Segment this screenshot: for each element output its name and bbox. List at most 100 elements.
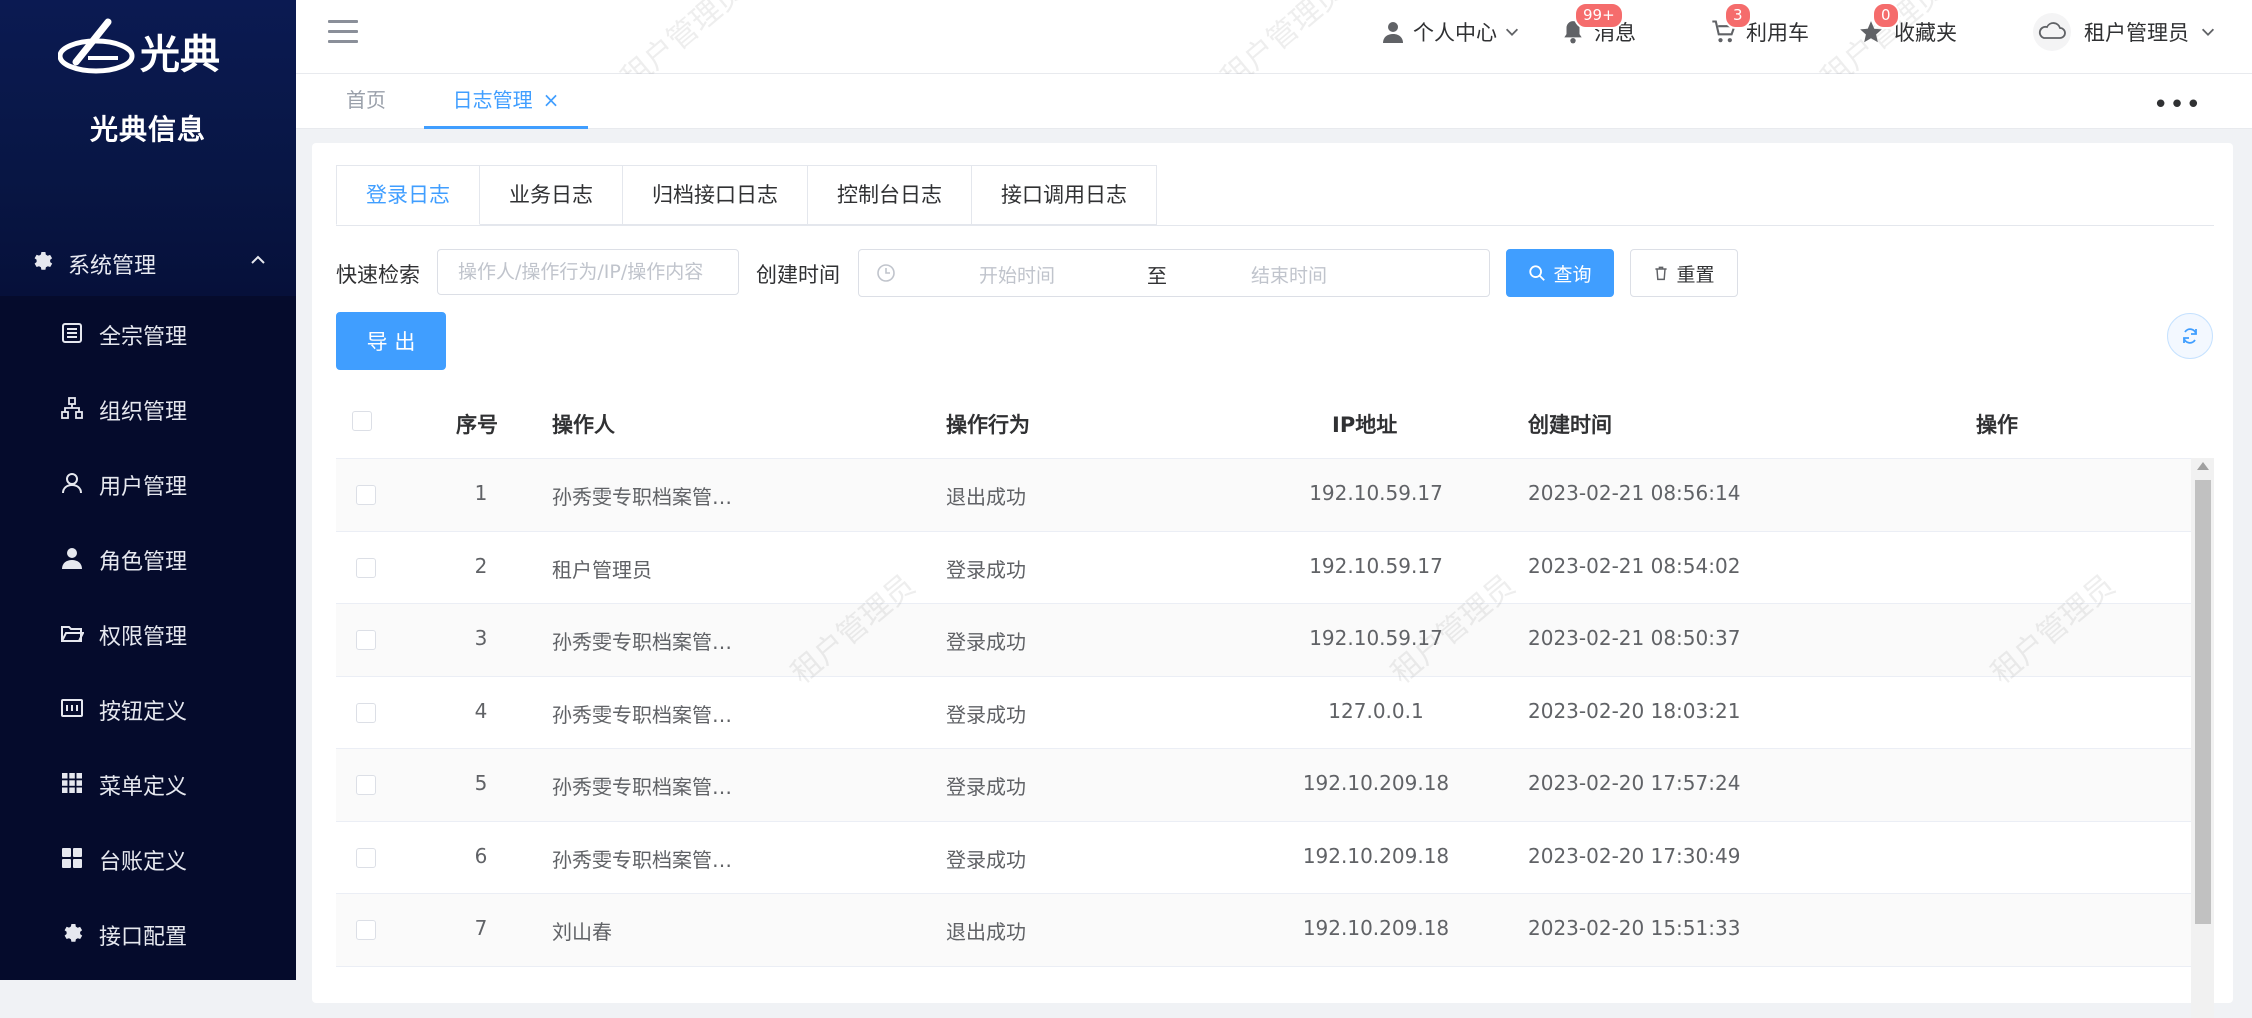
hamburger-menu-icon[interactable] — [328, 20, 358, 46]
cell-ip: 192.10.209.18 — [1302, 843, 1450, 868]
reset-button-label: 重置 — [1676, 263, 1715, 286]
sidebar-item-label: 角色管理 — [99, 550, 188, 575]
log-table: 序号 操作人 操作行为 IP地址 创建时间 操作 1 孙秀雯专职档案管… 退出成… — [336, 385, 2214, 1018]
query-button[interactable]: 查询 — [1506, 249, 1614, 297]
user-filled-icon — [62, 548, 82, 569]
trash-icon — [1655, 266, 1668, 281]
cell-time: 2023-02-21 08:50:37 — [1528, 626, 1741, 650]
cell-action: 退出成功 — [946, 920, 1026, 944]
sidebar-item-label: 按钮定义 — [99, 700, 188, 725]
sidebar-item-fonds[interactable]: 全宗管理 — [0, 297, 296, 372]
reset-button[interactable]: 重置 — [1630, 249, 1738, 297]
sidebar-item-menus[interactable]: 菜单定义 — [0, 747, 296, 822]
col-action: 操作行为 — [946, 413, 1030, 437]
sidebar-item-org[interactable]: 组织管理 — [0, 372, 296, 447]
scrollbar-thumb[interactable] — [2195, 480, 2211, 924]
org-tree-icon — [61, 397, 83, 419]
company-logo: 光典 — [58, 18, 220, 78]
tiles-icon — [62, 848, 82, 868]
cell-action: 登录成功 — [946, 557, 1026, 582]
table-row: 7 刘山春 退出成功 192.10.209.18 2023-02-20 15:5… — [336, 894, 2214, 967]
tab-interface-call-log[interactable]: 接口调用日志 — [972, 165, 1157, 225]
row-checkbox[interactable] — [356, 847, 376, 868]
button-box-icon — [61, 699, 83, 717]
personal-center-dropdown[interactable]: 个人中心 — [1381, 14, 1521, 50]
cell-time: 2023-02-20 15:51:33 — [1528, 916, 1741, 940]
cell-time: 2023-02-21 08:54:02 — [1528, 553, 1741, 578]
cell-no: 3 — [474, 626, 488, 650]
quick-search-input[interactable] — [437, 249, 739, 295]
tab-console-log[interactable]: 控制台日志 — [808, 165, 972, 225]
chevron-down-icon — [1505, 28, 1519, 36]
sidebar-item-permissions[interactable]: 权限管理 — [0, 597, 296, 672]
row-checkbox[interactable] — [356, 775, 376, 795]
sidebar-group-system[interactable]: 系统管理 — [0, 226, 296, 296]
refresh-button[interactable] — [2167, 313, 2213, 359]
chevron-up-icon — [251, 255, 265, 264]
cell-no: 6 — [474, 843, 488, 868]
close-icon[interactable]: × — [543, 88, 560, 112]
date-range-picker[interactable]: 开始时间 至 结束时间 — [858, 249, 1490, 297]
tab-business-log[interactable]: 业务日志 — [480, 165, 623, 225]
cell-no: 4 — [474, 698, 488, 723]
cell-ip: 192.10.209.18 — [1302, 771, 1450, 795]
cell-operator: 孙秀雯专职档案管… — [552, 847, 732, 872]
table-row: 1 孙秀雯专职档案管… 退出成功 192.10.59.17 2023-02-21… — [336, 459, 2214, 532]
user-name: 租户管理员 — [2084, 21, 2189, 45]
favorites-button[interactable]: 收藏夹 0 — [1858, 2, 1957, 50]
export-button[interactable]: 导 出 — [336, 312, 446, 370]
cell-operator: 刘山春 — [552, 920, 612, 944]
sidebar-item-interface-config[interactable]: 接口配置 — [0, 897, 296, 972]
cart-label: 利用车 — [1746, 21, 1809, 45]
tab-login-log[interactable]: 登录日志 — [336, 165, 480, 225]
cell-time: 2023-02-20 17:57:24 — [1528, 771, 1741, 795]
range-separator: 至 — [1147, 264, 1167, 288]
row-checkbox[interactable] — [356, 485, 376, 505]
cell-operator: 孙秀雯专职档案管… — [552, 630, 732, 654]
messages-button[interactable]: 消息 99+ — [1560, 2, 1636, 50]
user-dropdown[interactable]: 租户管理员 — [2032, 13, 2217, 51]
sidebar-item-ledgers[interactable]: 台账定义 — [0, 822, 296, 897]
row-checkbox[interactable] — [356, 702, 376, 723]
sidebar-brand-area: 光典 光典信息 系统管理 — [0, 0, 296, 296]
cell-no: 7 — [474, 916, 488, 940]
scroll-up-arrow-icon[interactable] — [2197, 462, 2209, 470]
row-checkbox[interactable] — [356, 630, 376, 650]
end-date-input[interactable]: 结束时间 — [1251, 261, 1327, 288]
sidebar-item-users[interactable]: 用户管理 — [0, 447, 296, 522]
table-row: 2 租户管理员 登录成功 192.10.59.17 2023-02-21 08:… — [336, 532, 2214, 604]
table-header: 序号 操作人 操作行为 IP地址 创建时间 操作 — [336, 385, 2214, 459]
sidebar-item-label: 用户管理 — [99, 475, 188, 500]
sidebar-item-label: 全宗管理 — [99, 325, 188, 350]
avatar — [2033, 13, 2071, 51]
sidebar: 光典 光典信息 系统管理 全宗管理 组织管理 用户管理 角色管理 权限管理 按钮… — [0, 0, 296, 980]
table-row: 5 孙秀雯专职档案管… 登录成功 192.10.209.18 2023-02-2… — [336, 749, 2214, 822]
tab-archive-interface-log[interactable]: 归档接口日志 — [623, 165, 808, 225]
tag-home[interactable]: 首页 — [346, 74, 386, 126]
table-scrollbar[interactable] — [2191, 458, 2214, 1018]
messages-badge: 99+ — [1574, 2, 1624, 29]
sidebar-item-buttons[interactable]: 按钮定义 — [0, 672, 296, 747]
col-no: 序号 — [456, 413, 498, 437]
user-outline-icon — [62, 473, 82, 494]
cell-action: 退出成功 — [946, 485, 1026, 509]
cell-action: 登录成功 — [946, 775, 1026, 799]
cell-operator: 孙秀雯专职档案管… — [552, 775, 732, 799]
cart-badge: 3 — [1724, 2, 1752, 29]
sidebar-item-roles[interactable]: 角色管理 — [0, 522, 296, 597]
more-icon[interactable]: ••• — [2153, 90, 2202, 120]
row-checkbox[interactable] — [356, 557, 376, 578]
created-time-label: 创建时间 — [756, 263, 840, 287]
cell-ip: 192.10.59.17 — [1309, 553, 1443, 578]
select-all-checkbox[interactable] — [352, 411, 372, 431]
row-checkbox[interactable] — [356, 920, 376, 940]
cell-operator: 孙秀雯专职档案管… — [552, 702, 732, 727]
cart-button[interactable]: 利用车 3 — [1710, 2, 1809, 50]
tag-label: 日志管理 — [452, 88, 533, 112]
start-date-input[interactable]: 开始时间 — [979, 261, 1055, 288]
clock-icon — [877, 264, 895, 282]
sidebar-item-label: 权限管理 — [99, 625, 188, 650]
log-type-tabs: 登录日志 业务日志 归档接口日志 控制台日志 接口调用日志 — [336, 165, 1157, 225]
col-time: 创建时间 — [1528, 413, 1612, 437]
tag-log-management[interactable]: 日志管理 × — [424, 74, 588, 129]
